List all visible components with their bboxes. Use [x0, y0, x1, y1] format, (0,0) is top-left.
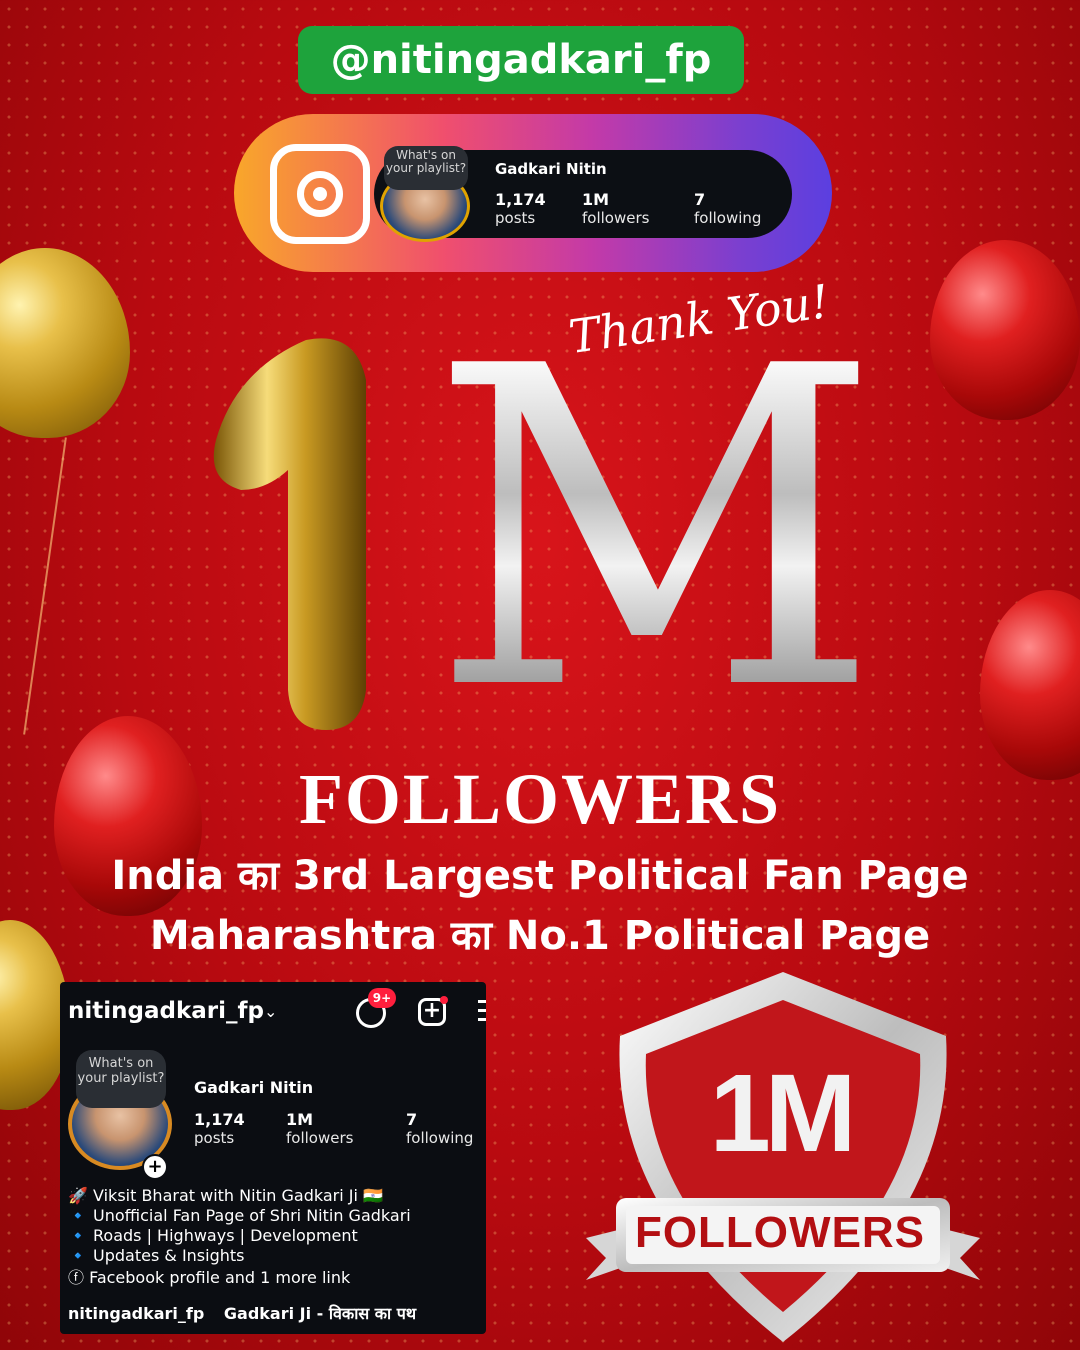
chevron-down-icon[interactable]: ⌄ [264, 1002, 277, 1021]
stat-number: 1M [582, 190, 610, 209]
stat-label: following [406, 1129, 474, 1147]
bio-line: 🔹 Updates & Insights [68, 1246, 245, 1265]
stat-label: followers [582, 209, 650, 227]
rank-line-india: India का 3rd Largest Political Fan Page [111, 853, 969, 899]
profile-name: Gadkari Nitin [194, 1078, 314, 1097]
notification-badge: 9+ [368, 988, 396, 1008]
bio-line: 🚀 Viksit Bharat with Nitin Gadkari Ji 🇮🇳 [68, 1186, 383, 1205]
bio-link[interactable]: ⓕ Facebook profile and 1 more link [68, 1268, 411, 1288]
shield-ribbon-text: FOLLOWERS [634, 1208, 926, 1257]
threads-handle-link[interactable]: nitingadkari_fp [68, 1304, 204, 1323]
profile-bio: 🚀 Viksit Bharat with Nitin Gadkari Ji 🇮🇳… [68, 1186, 411, 1288]
rank-line-maharashtra: Maharashtra का No.1 Political Page [149, 913, 931, 959]
following-stat: 7 following [694, 190, 761, 227]
shield-1m-text: 1M [709, 1052, 857, 1175]
stat-label: posts [194, 1129, 235, 1147]
followers-stat[interactable]: 1M followers [286, 1110, 353, 1147]
profile-name: Gadkari Nitin [495, 160, 607, 178]
bio-line: 🔹 Unofficial Fan Page of Shri Nitin Gadk… [68, 1206, 411, 1225]
note-bubble[interactable]: What's on your playlist? [76, 1050, 166, 1108]
stat-number: 1M [286, 1110, 314, 1129]
stat-number: 7 [694, 190, 706, 209]
bio-line: 🔹 Roads | Highways | Development [68, 1226, 358, 1245]
followers-stat: 1M followers [582, 190, 649, 227]
silver-m-letter: M [430, 274, 881, 786]
menu-icon[interactable] [478, 1000, 486, 1027]
gold-one-numeral [213, 338, 366, 730]
profile-username[interactable]: nitingadkari_fp [68, 998, 264, 1024]
threads-name-link[interactable]: Gadkari Ji - विकास का पथ [224, 1304, 416, 1323]
stat-label: followers [286, 1129, 354, 1147]
stat-number: 7 [406, 1110, 418, 1129]
stat-number: 1,174 [194, 1110, 245, 1129]
posts-stat[interactable]: 1,174 posts [194, 1110, 245, 1147]
instagram-icon [270, 144, 370, 244]
profile-screenshot: nitingadkari_fp ⌄ 9+ + + What's on your … [60, 982, 486, 1334]
followers-heading: FOLLOWERS [298, 759, 782, 839]
threads-links: nitingadkari_fp Gadkari Ji - विकास का पथ [68, 1302, 416, 1324]
stat-label: following [694, 209, 762, 227]
new-dot-indicator [440, 996, 448, 1004]
posts-stat: 1,174 posts [495, 190, 546, 227]
stat-number: 1,174 [495, 190, 546, 209]
handle-badge: @nitingadkari_fp [298, 26, 744, 94]
note-bubble: What's on your playlist? [384, 146, 468, 190]
stat-label: posts [495, 209, 536, 227]
add-story-icon[interactable]: + [142, 1154, 168, 1180]
following-stat[interactable]: 7 following [406, 1110, 473, 1147]
